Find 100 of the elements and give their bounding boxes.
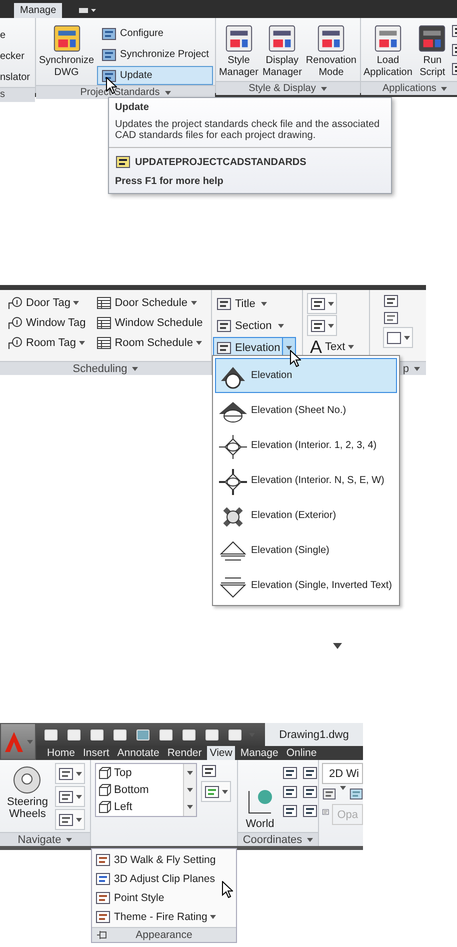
menu-item[interactable]: Elevation (215, 358, 397, 393)
caret-icon (73, 300, 80, 304)
ribbon-tab[interactable]: Annotate (114, 746, 162, 760)
ribbon-button[interactable]: Run Script (415, 21, 450, 81)
split-button[interactable]: Title (213, 293, 296, 314)
menu-item[interactable]: Theme - Fire Rating (92, 907, 236, 926)
ribbon-button[interactable]: A Text (307, 337, 358, 356)
views-list[interactable]: Top Bottom Left (95, 763, 197, 817)
ribbon-button-label[interactable]: nslator (0, 68, 35, 87)
ribbon-button[interactable]: Synchronize DWG (38, 21, 96, 81)
menu-item[interactable]: Elevation (Interior. 1, 2, 3, 4) (215, 428, 397, 463)
split-button[interactable] (54, 763, 85, 784)
split-button[interactable] (54, 809, 85, 830)
menu-item[interactable]: Elevation (Single) (215, 533, 397, 568)
caret-icon (286, 346, 292, 350)
logo-icon (3, 730, 25, 754)
pin-icon[interactable] (96, 930, 108, 940)
ribbon-tab[interactable]: Manage (237, 746, 282, 760)
caret-icon (340, 786, 346, 790)
list-item[interactable]: Left (96, 798, 183, 815)
caret-icon (76, 794, 82, 798)
caret-icon (187, 788, 193, 792)
caret-icon (414, 366, 420, 370)
caret-icon (441, 86, 448, 90)
caret-icon (328, 302, 334, 306)
frame-icon (386, 330, 402, 346)
ribbon-button[interactable]: Window Tag (4, 313, 89, 332)
table-icon (96, 296, 112, 310)
split-button[interactable]: Section (213, 315, 296, 336)
split-button[interactable] (307, 293, 337, 314)
ribbon-tab[interactable]: Render (164, 746, 205, 760)
menu-item[interactable]: Elevation (Sheet No.) (215, 393, 397, 428)
tag-icon (7, 336, 23, 350)
ribbon-button[interactable]: Display Manager (261, 21, 303, 81)
ribbon-button[interactable]: Section (214, 316, 274, 335)
tooltip-description: Updates the project standards check file and the associated CAD standards files for each project drawing. (115, 119, 381, 141)
caret-icon (210, 914, 216, 918)
panel-title: Appearance (136, 929, 192, 941)
panel-title-button[interactable]: Coordinates (238, 832, 318, 846)
ribbon-button[interactable]: Title (214, 294, 258, 313)
caret-icon (333, 643, 342, 649)
tag-icon (7, 316, 23, 330)
caret-icon (348, 344, 354, 348)
split-button[interactable] (383, 327, 413, 348)
panel-title-button[interactable]: Navigate (0, 832, 90, 846)
panel-title-button[interactable]: Scheduling (0, 361, 211, 375)
ribbon-tab[interactable]: Insert (80, 746, 112, 760)
minimize-ribbon-icon[interactable] (78, 5, 96, 15)
list-item[interactable]: Bottom (96, 781, 183, 798)
caret-icon (261, 302, 268, 306)
ribbon-button[interactable]: Door Schedule (92, 293, 206, 312)
ribbon-button[interactable]: Room Tag (4, 333, 89, 352)
tag-icon (7, 296, 23, 310)
ribbon-button[interactable]: Renovation Mode (304, 21, 358, 81)
panel-title-button[interactable]: Applications (360, 81, 457, 95)
caret-icon (190, 300, 196, 304)
steering-wheel-icon (12, 765, 42, 795)
tooltip-title: Update (115, 102, 150, 113)
caret-icon (27, 740, 33, 744)
ribbon-button[interactable]: Room Schedule (92, 333, 206, 352)
caret-icon (187, 770, 193, 775)
ribbon-button[interactable]: Steering Wheels (4, 763, 51, 832)
ribbon-button[interactable]: Update (97, 66, 213, 85)
ribbon-tab[interactable]: View (206, 746, 236, 760)
ribbon-button-label[interactable]: e (0, 26, 35, 45)
ribbon-tab[interactable]: Manage (14, 3, 62, 18)
caret-icon (187, 805, 193, 810)
menu-item[interactable]: Elevation (Interior. N, S, E, W) (215, 463, 397, 498)
caret-icon (196, 340, 202, 344)
caret-icon (307, 838, 314, 842)
ribbon-button-label[interactable]: ecker (0, 47, 35, 66)
document-title: Drawing1.dwg (265, 723, 363, 746)
ribbon-button[interactable]: World (242, 763, 278, 832)
ribbon-tab[interactable]: Online (283, 746, 320, 760)
caret-icon (222, 790, 228, 794)
application-menu-button[interactable] (0, 723, 36, 760)
ribbon-button[interactable]: Synchronize Project (97, 45, 213, 64)
ribbon-button[interactable]: Style Manager (218, 21, 260, 81)
menu-item[interactable]: 3D Walk & Fly Setting (92, 850, 236, 869)
caret-icon (78, 340, 85, 344)
table-icon (96, 316, 112, 330)
caret-icon (132, 366, 138, 370)
list-item[interactable]: Top (96, 764, 183, 781)
ribbon-tab[interactable]: Home (44, 746, 78, 760)
caret-icon (76, 818, 82, 822)
menu-item[interactable]: Elevation (Exterior) (215, 498, 397, 533)
caret-icon (66, 838, 72, 842)
caret-icon (404, 336, 410, 340)
ribbon-button[interactable]: Door Tag (4, 293, 89, 312)
ribbon-button[interactable]: Window Schedule (92, 313, 206, 332)
visual-style-dropdown[interactable]: 2D Wi (322, 763, 363, 784)
split-button[interactable] (307, 315, 337, 336)
split-button[interactable] (201, 781, 231, 802)
caret-icon (278, 324, 284, 328)
menu-item[interactable]: Elevation (Single, Inverted Text) (215, 568, 397, 603)
caret-icon (320, 86, 327, 90)
panel-title-button[interactable]: Style & Display (216, 81, 360, 95)
split-button[interactable] (54, 786, 85, 807)
ribbon-button[interactable]: Load Application (362, 21, 414, 81)
ribbon-button[interactable]: Configure (97, 24, 213, 43)
